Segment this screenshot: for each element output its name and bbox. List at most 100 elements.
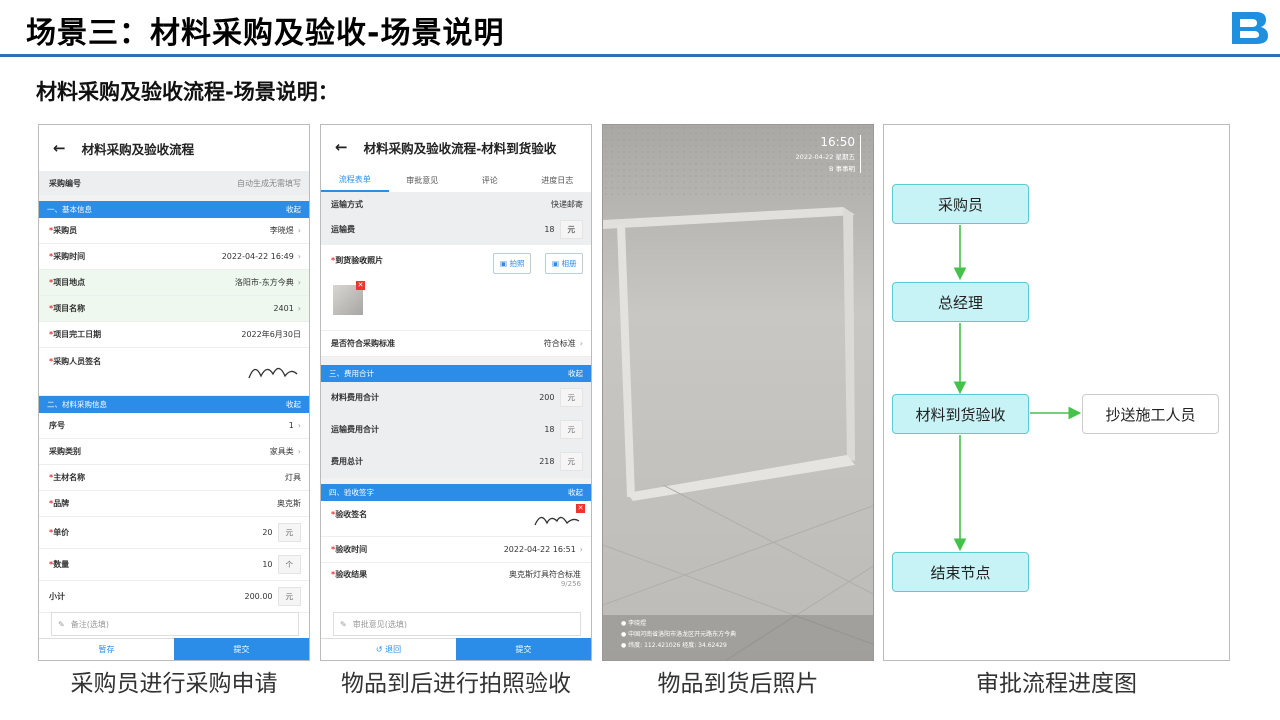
row-label-text: 采购员 [53, 226, 78, 235]
unit-label: 元 [559, 220, 583, 239]
form-row[interactable]: *采购人员签名 [39, 348, 309, 396]
remark-input[interactable]: ✎ 备注(选填) [51, 612, 299, 636]
section-subtitle: 材料采购及验收流程-场景说明： [36, 80, 339, 104]
inspect-time-row[interactable]: *验收时间 2022-04-22 16:51 › [321, 537, 591, 563]
form-row[interactable]: *主材名称 灯具 [39, 465, 309, 491]
form-row[interactable]: 小计 200.00 元 [39, 581, 309, 613]
delete-signature-icon[interactable]: ✕ [576, 504, 585, 513]
opinion-input[interactable]: ✎ 审批意见(选填) [333, 612, 581, 636]
submit-button[interactable]: 提交 [456, 638, 591, 660]
row-value: 10 [262, 560, 273, 569]
inspect-result-row[interactable]: *验收结果 奥克斯灯具符合标准 9/256 [321, 563, 591, 593]
ship-fee-row[interactable]: 运输费 18 元 [321, 215, 591, 245]
standard-row[interactable]: 是否符合采购标准 符合标准 › [321, 331, 591, 357]
form-row[interactable]: 序号 1 › [39, 413, 309, 439]
sign-label-text: *验收签名 [331, 510, 368, 519]
form-row[interactable]: 运输费用合计 18 元 [321, 414, 591, 446]
save-draft-button[interactable]: 暂存 [39, 638, 174, 660]
take-photo-button[interactable]: ▣ 拍照 [493, 253, 532, 274]
ceiling-photo-image [603, 125, 873, 660]
section-material-info[interactable]: 二、材料采购信息 收起 [39, 396, 309, 413]
opinion-placeholder: 审批意见(选填) [352, 619, 407, 629]
back-arrow-icon[interactable]: ← [53, 139, 66, 157]
form-row[interactable]: *采购时间 2022-04-22 16:49 › [39, 244, 309, 270]
section-sign[interactable]: 四、验收签字 收起 [321, 484, 591, 501]
chevron-right-icon: › [297, 447, 301, 456]
row-value-wrap: 灯具 [285, 472, 301, 483]
chevron-right-icon: › [297, 304, 301, 313]
chevron-right-icon: › [579, 339, 583, 348]
row-value: 洛阳市-东方今典 [234, 278, 294, 287]
return-button[interactable]: ↺ 退回 [321, 638, 456, 660]
row-label: 费用总计 [331, 457, 363, 466]
ship-method-row[interactable]: 运输方式 快递邮寄 [321, 193, 591, 215]
row-value-wrap: 10 个 [262, 555, 301, 574]
row-label: *主材名称 [49, 472, 85, 483]
collapse-link[interactable]: 收起 [286, 399, 301, 410]
form-row[interactable]: 材料费用合计 200 元 [321, 382, 591, 414]
delete-photo-icon[interactable]: ✕ [356, 281, 365, 290]
remark-placeholder: 备注(选填) [70, 619, 109, 629]
row-label: 序号 [49, 421, 65, 430]
form-row[interactable]: *项目地点 洛阳市-东方今典 › [39, 270, 309, 296]
photo-label-text: 到货验收照片 [335, 256, 384, 265]
tab-log[interactable]: 进度日志 [524, 169, 592, 192]
submit-button[interactable]: 提交 [174, 638, 309, 660]
caption-2: 物品到后进行拍照验收 [341, 671, 571, 697]
form-row[interactable]: *项目完工日期 2022年6月30日 [39, 322, 309, 348]
time-label: *验收时间 [331, 545, 368, 554]
result-char-count: 9/256 [560, 580, 581, 588]
result-value: 奥克斯灯具符合标准 [509, 570, 581, 579]
std-label: 是否符合采购标准 [331, 339, 395, 348]
edit-icon: ✎ [58, 619, 65, 629]
row-value: 200.00 [244, 592, 273, 601]
purchase-request-screen: ← 材料采购及验收流程 采购编号 自动生成无需填写 一、基本信息 收起 *采购员… [38, 124, 310, 661]
chevron-right-icon: › [297, 226, 301, 235]
code-label: 采购编号 [49, 178, 81, 188]
photo-upload-row: *到货验收照片 ▣ 拍照 ▣ 相册 ✕ [321, 245, 591, 331]
back-arrow-icon[interactable]: ← [335, 138, 348, 156]
flow-node-cc: 抄送施工人员 [1082, 394, 1219, 434]
brand-logo-icon [1232, 12, 1268, 44]
tab-opinions[interactable]: 审批意见 [389, 169, 457, 192]
row-label-text: 项目完工日期 [53, 330, 102, 339]
form-row[interactable]: *单价 20 元 [39, 517, 309, 549]
section-cost-total[interactable]: 三、费用合计 收起 [321, 365, 591, 382]
row-label: *项目名称 [49, 303, 85, 314]
form-row[interactable]: *项目名称 2401 › [39, 296, 309, 322]
row-value: 218 [539, 457, 555, 466]
form-row[interactable]: 采购类别 家具类 › [39, 439, 309, 465]
form-row[interactable]: *品牌 奥克斯 [39, 491, 309, 517]
photo-time: 16:50 [820, 135, 855, 149]
row-value: 灯具 [285, 473, 301, 482]
row-value-wrap: 李晓煜 › [270, 225, 301, 236]
caption-1: 采购员进行采购申请 [70, 671, 278, 697]
album-button[interactable]: ▣ 相册 [545, 253, 584, 274]
collapse-link[interactable]: 收起 [286, 204, 301, 215]
sign-label: *验收签名 [331, 509, 367, 520]
row-label: *单价 [49, 527, 69, 538]
section-basic-info[interactable]: 一、基本信息 收起 [39, 201, 309, 218]
tab-form[interactable]: 流程表单 [321, 169, 389, 192]
sign-row[interactable]: *验收签名 ✕ [321, 501, 591, 537]
phone1-header: ← 材料采购及验收流程 [39, 125, 309, 171]
form-row[interactable]: *数量 10 个 [39, 549, 309, 581]
chevron-right-icon: › [297, 421, 301, 430]
collapse-link[interactable]: 收起 [568, 368, 583, 379]
unit-label: 个 [277, 555, 301, 574]
section-title: 四、验收签字 [329, 488, 374, 497]
form-row[interactable]: *采购员 李晓煜 › [39, 218, 309, 244]
collapse-link[interactable]: 收起 [568, 487, 583, 498]
undo-icon: ↺ [375, 645, 386, 654]
flow-node-end: 结束节点 [892, 552, 1029, 592]
edit-icon: ✎ [340, 619, 347, 629]
arrival-photo: 16:50 2022-04-22 星期五 B 事事明 ● 李晓煜 ● 中国河南省… [602, 124, 874, 661]
row-value-wrap: 2022-04-22 16:49 › [222, 252, 301, 261]
unit-label: 元 [277, 587, 301, 606]
tab-comments[interactable]: 评论 [456, 169, 524, 192]
row-label: *品牌 [49, 498, 69, 509]
row-value-wrap: 奥克斯 [277, 498, 301, 509]
row-value-wrap: 18 元 [544, 420, 583, 439]
return-label: 退回 [385, 645, 402, 654]
form-row[interactable]: 费用总计 218 元 [321, 446, 591, 478]
